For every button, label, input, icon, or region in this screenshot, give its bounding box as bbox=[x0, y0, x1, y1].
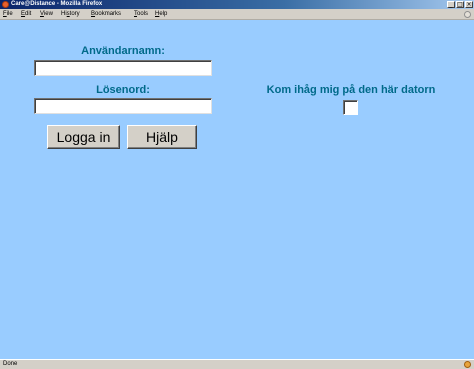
help-button[interactable]: Hjälp bbox=[127, 125, 197, 149]
menu-help[interactable]: Help bbox=[155, 9, 167, 20]
close-button[interactable]: × bbox=[465, 1, 473, 8]
page-content: Användarnamn: Lösenord: Logga in Hjälp K… bbox=[0, 20, 474, 359]
menu-history[interactable]: History bbox=[61, 9, 80, 20]
password-input[interactable] bbox=[34, 98, 212, 114]
username-label: Användarnamn: bbox=[81, 45, 165, 57]
maximize-button[interactable]: □ bbox=[456, 1, 464, 8]
status-text: Done bbox=[3, 361, 18, 367]
firefox-icon bbox=[2, 1, 9, 8]
menu-tools[interactable]: Tools bbox=[134, 9, 148, 20]
menu-bookmarks[interactable]: Bookmarks bbox=[91, 9, 121, 20]
window-title: Care@Distance - Mozilla Firefox bbox=[11, 1, 103, 7]
menu-view[interactable]: View bbox=[40, 9, 53, 20]
menu-bar: File Edit View History Bookmarks Tools H… bbox=[0, 9, 474, 20]
username-input[interactable] bbox=[34, 60, 212, 76]
minimize-button[interactable]: _ bbox=[447, 1, 455, 8]
status-icon bbox=[464, 361, 471, 368]
login-button[interactable]: Logga in bbox=[47, 125, 120, 149]
remember-me-checkbox[interactable] bbox=[343, 100, 358, 115]
title-bar: Care@Distance - Mozilla Firefox _ □ × bbox=[0, 0, 474, 9]
throbber-icon bbox=[464, 11, 471, 18]
menu-edit[interactable]: Edit bbox=[21, 9, 31, 20]
password-label: Lösenord: bbox=[96, 84, 150, 96]
window-controls: _ □ × bbox=[447, 1, 473, 8]
status-bar: Done bbox=[0, 359, 474, 369]
remember-me-label: Kom ihåg mig på den här datorn bbox=[266, 84, 436, 96]
menu-file[interactable]: File bbox=[3, 9, 13, 20]
